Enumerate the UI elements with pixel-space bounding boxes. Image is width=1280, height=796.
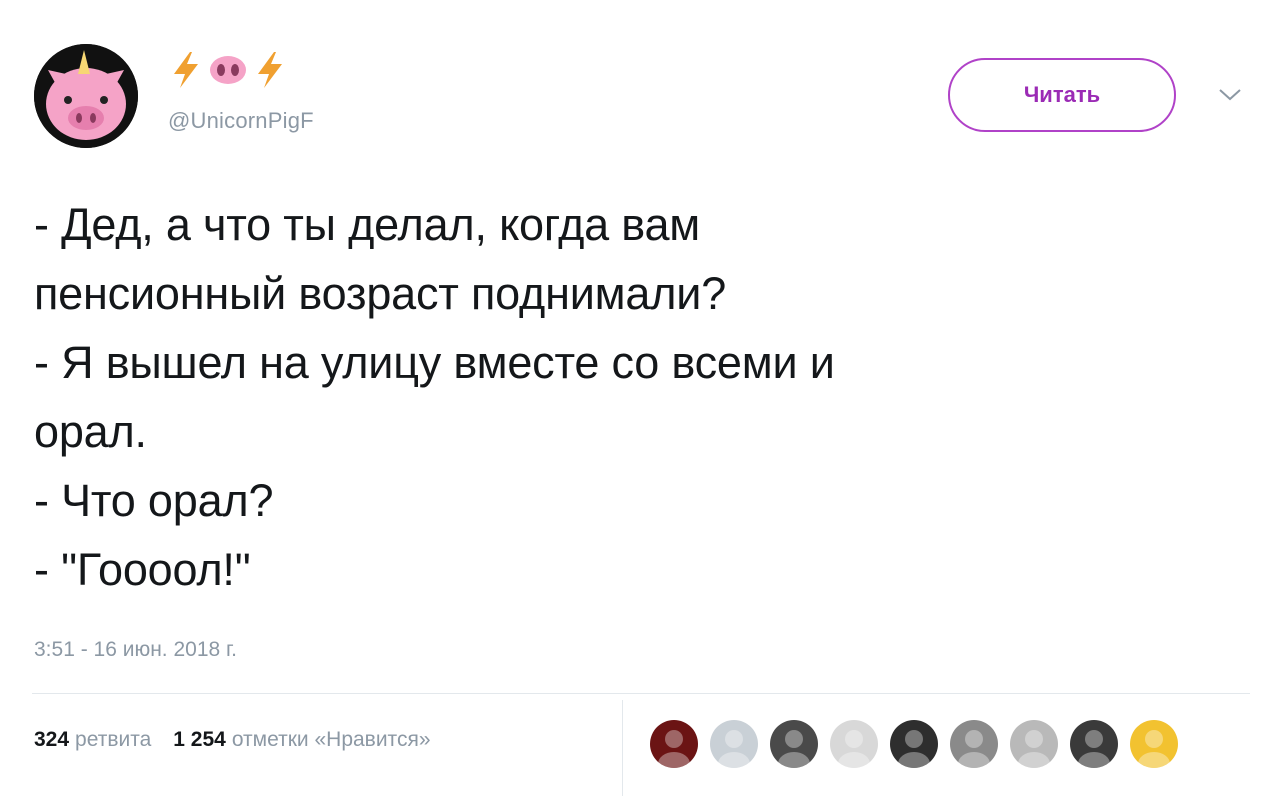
person-icon: [658, 730, 690, 768]
person-icon: [778, 730, 810, 768]
liker-avatar-9[interactable]: [1130, 720, 1178, 768]
retweets-label: ретвита: [75, 728, 152, 751]
pig-nose-icon: [210, 56, 246, 84]
tweet-stats: 324 ретвита 1 254 отметки «Нравится»: [34, 728, 431, 752]
tweet-line: - "Гоооол!": [34, 544, 251, 595]
person-icon: [898, 730, 930, 768]
tweet-line: орал.: [34, 406, 147, 457]
liker-avatar-5[interactable]: [890, 720, 938, 768]
author-avatar[interactable]: [34, 44, 138, 148]
person-icon: [958, 730, 990, 768]
liker-avatar-3[interactable]: [770, 720, 818, 768]
tweet-line: - Я вышел на улицу вместе со всеми и: [34, 337, 835, 388]
liker-avatar-7[interactable]: [1010, 720, 1058, 768]
retweets-stat[interactable]: 324 ретвита: [34, 728, 151, 752]
liker-avatar-2[interactable]: [710, 720, 758, 768]
liker-avatar-8[interactable]: [1070, 720, 1118, 768]
divider: [32, 693, 1250, 694]
person-icon: [718, 730, 750, 768]
follow-button[interactable]: Читать: [948, 58, 1176, 132]
unicorn-pig-icon: [34, 44, 138, 148]
retweets-count: 324: [34, 728, 70, 751]
person-icon: [1078, 730, 1110, 768]
likes-count: 1 254: [173, 728, 226, 751]
tweet-line: пенсионный возраст поднимали?: [34, 268, 727, 319]
person-icon: [1138, 730, 1170, 768]
likes-stat[interactable]: 1 254 отметки «Нравится»: [173, 728, 430, 752]
liker-avatar-6[interactable]: [950, 720, 998, 768]
follow-button-label: Читать: [1023, 82, 1101, 107]
tweet-timestamp[interactable]: 3:51 - 16 июн. 2018 г.: [34, 638, 237, 662]
tweet-line: - Что орал?: [34, 475, 274, 526]
stats-separator: [622, 700, 623, 796]
tweet-header: @UnicornPigF Читать: [0, 0, 1280, 170]
display-name[interactable]: [168, 48, 288, 92]
person-icon: [838, 730, 870, 768]
liker-avatar-1[interactable]: [650, 720, 698, 768]
tweet-text: - Дед, а что ты делал, когда вам пенсион…: [34, 190, 1234, 604]
person-icon: [1018, 730, 1050, 768]
liker-avatars: [650, 720, 1178, 768]
lightning-icon: [174, 52, 198, 88]
likes-label: отметки «Нравится»: [231, 728, 431, 751]
lightning-icon: [258, 52, 282, 88]
tweet-line: - Дед, а что ты делал, когда вам: [34, 199, 701, 250]
chevron-down-icon[interactable]: [1216, 84, 1244, 104]
author-handle[interactable]: @UnicornPigF: [168, 108, 314, 134]
liker-avatar-4[interactable]: [830, 720, 878, 768]
